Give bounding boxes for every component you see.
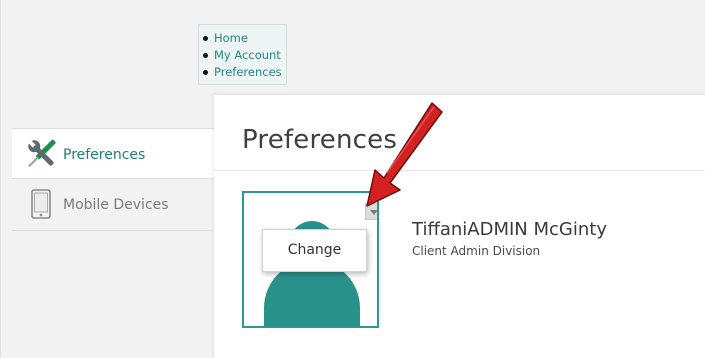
sidebar-item-label: Mobile Devices [63,197,169,213]
user-organization: Client Admin Division [412,244,541,258]
main-panel: Preferences Change TiffaniADMIN McGinty … [214,95,705,358]
app-window: Home My Account Preferences Preferences [0,0,705,358]
tools-icon [27,139,56,168]
avatar-menu-caret[interactable] [365,203,377,220]
phone-icon [31,189,51,219]
breadcrumb: Home My Account Preferences [198,24,287,85]
sidebar: Preferences Mobile Devices [12,128,214,358]
avatar-dropdown-menu: Change [262,229,367,272]
divider [214,170,705,171]
breadcrumb-home[interactable]: Home [199,30,286,47]
breadcrumb-preferences[interactable]: Preferences [199,64,286,81]
sidebar-item-mobile-devices[interactable]: Mobile Devices [12,183,214,231]
user-full-name: TiffaniADMIN McGinty [412,219,607,240]
page-title: Preferences [242,125,398,155]
change-avatar-button[interactable]: Change [263,230,366,271]
breadcrumb-my-account[interactable]: My Account [199,47,286,64]
sidebar-item-preferences[interactable]: Preferences [12,129,214,179]
sidebar-item-label: Preferences [63,147,146,163]
